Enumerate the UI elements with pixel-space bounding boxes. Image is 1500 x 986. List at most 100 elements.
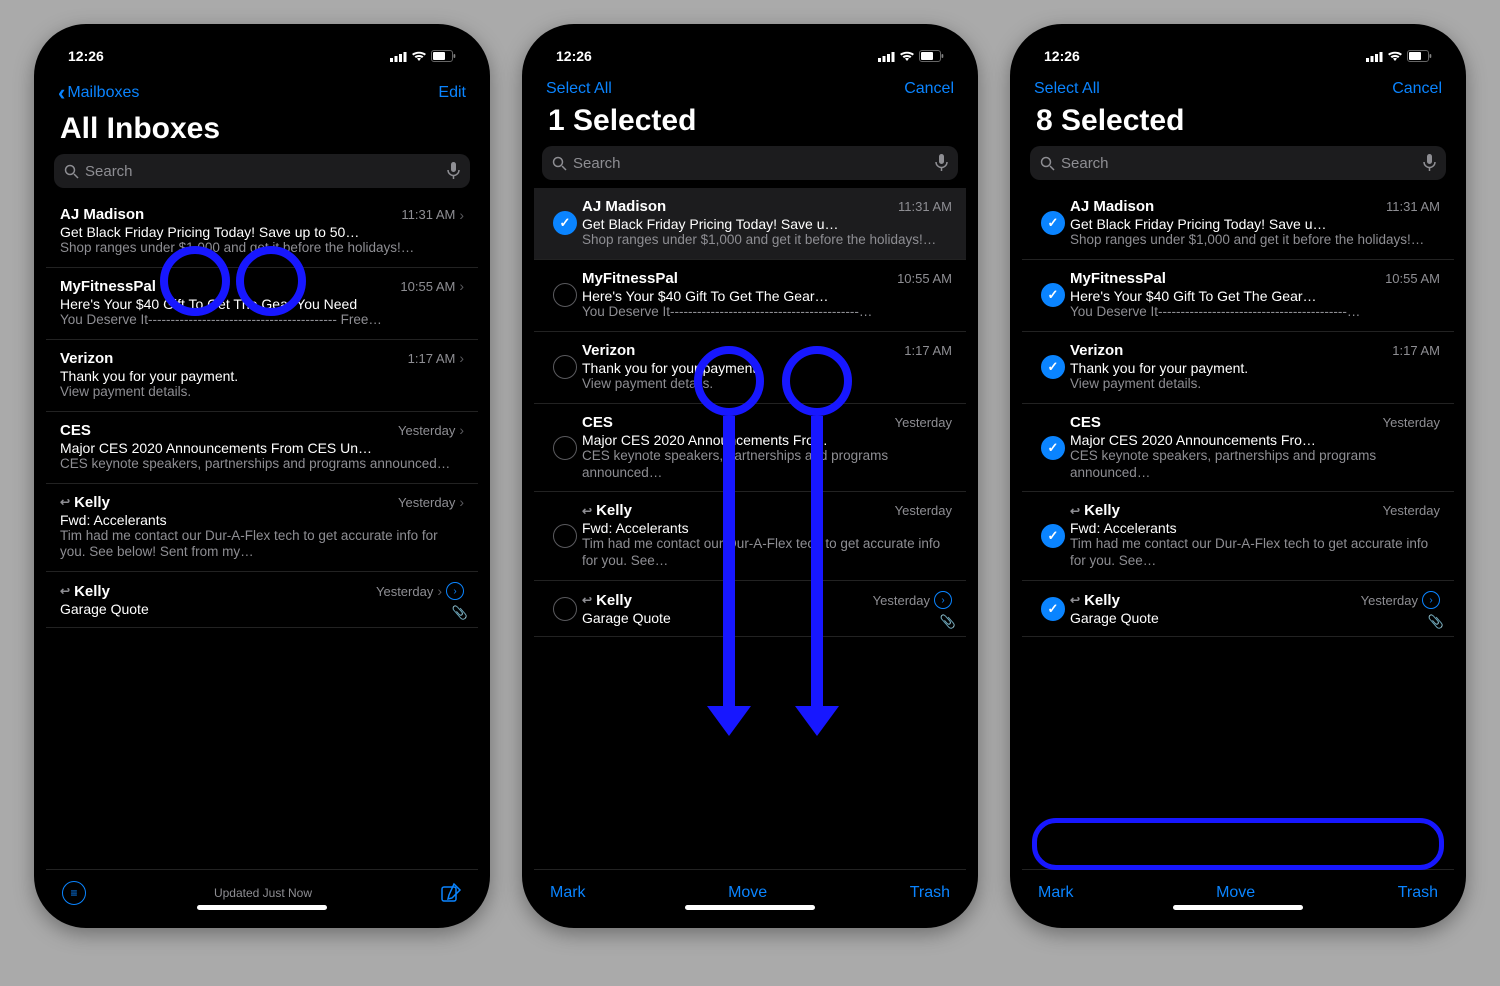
trash-button[interactable]: Trash: [1398, 884, 1438, 902]
email-row[interactable]: AJ Madison 11:31 AM› Get Black Friday Pr…: [46, 196, 478, 268]
select-circle[interactable]: [1041, 283, 1065, 307]
email-time: 1:17 AM: [904, 343, 952, 358]
email-time: 1:17 AM: [1392, 343, 1440, 358]
email-sender: CES: [1070, 414, 1101, 431]
select-circle[interactable]: [1041, 597, 1065, 621]
move-button[interactable]: Move: [728, 884, 767, 902]
home-indicator[interactable]: [197, 905, 327, 910]
email-subject: Get Black Friday Pricing Today! Save u…: [1070, 216, 1440, 232]
search-input[interactable]: Search: [54, 154, 470, 188]
mic-icon[interactable]: [1423, 154, 1436, 172]
trash-button[interactable]: Trash: [910, 884, 950, 902]
email-row[interactable]: ↩Kelly Yesterday Fwd: Accelerants Tim ha…: [534, 492, 966, 581]
email-row[interactable]: CES Yesterday Major CES 2020 Announcemen…: [534, 404, 966, 493]
home-indicator[interactable]: [1173, 905, 1303, 910]
battery-icon: [919, 50, 944, 62]
nav-bar: Select All Cancel: [1022, 76, 1454, 100]
select-circle[interactable]: [1041, 211, 1065, 235]
select-circle[interactable]: [553, 436, 577, 460]
nav-right-button[interactable]: Cancel: [904, 80, 954, 98]
email-list[interactable]: AJ Madison 11:31 AM› Get Black Friday Pr…: [46, 196, 478, 869]
reply-icon: ↩: [60, 495, 70, 509]
email-subject: Here's Your $40 Gift To Get The Gear…: [582, 288, 952, 304]
mark-button[interactable]: Mark: [1038, 884, 1074, 902]
phone-frame: 12:26 ‹Mailboxes Edit All Inboxes Search: [34, 24, 490, 928]
select-circle[interactable]: [553, 355, 577, 379]
email-subject: Thank you for your payment.: [582, 360, 952, 376]
email-time: 10:55 AM: [1385, 271, 1440, 286]
select-circle[interactable]: [553, 283, 577, 307]
email-row[interactable]: Verizon 1:17 AM› Thank you for your paym…: [46, 340, 478, 412]
email-list[interactable]: AJ Madison 11:31 AM Get Black Friday Pri…: [1022, 188, 1454, 869]
notch: [1148, 36, 1328, 62]
email-time: Yesterday: [1383, 415, 1440, 430]
mic-icon[interactable]: [935, 154, 948, 172]
nav-back-button[interactable]: ‹Mailboxes: [58, 80, 139, 106]
select-circle[interactable]: [553, 211, 577, 235]
email-list[interactable]: AJ Madison 11:31 AM Get Black Friday Pri…: [534, 188, 966, 869]
mic-icon[interactable]: [447, 162, 460, 180]
email-row[interactable]: ↩Kelly Yesterday› Garage Quote 📎: [534, 581, 966, 637]
email-row[interactable]: CES Yesterday› Major CES 2020 Announceme…: [46, 412, 478, 484]
reply-icon: ↩: [60, 584, 70, 598]
reply-icon: ↩: [582, 593, 592, 607]
select-circle[interactable]: [553, 524, 577, 548]
battery-icon: [1407, 50, 1432, 62]
email-row[interactable]: ↩Kelly Yesterday› Fwd: Accelerants Tim h…: [46, 484, 478, 573]
email-row[interactable]: MyFitnessPal 10:55 AM› Here's Your $40 G…: [46, 268, 478, 340]
email-row[interactable]: MyFitnessPal 10:55 AM Here's Your $40 Gi…: [1022, 260, 1454, 332]
select-circle[interactable]: [1041, 524, 1065, 548]
home-indicator[interactable]: [685, 905, 815, 910]
search-input[interactable]: Search: [542, 146, 958, 180]
email-time: 10:55 AM: [897, 271, 952, 286]
email-subject: Garage Quote: [582, 610, 952, 626]
email-preview: You Deserve It--------------------------…: [1070, 304, 1440, 321]
email-row[interactable]: ↩Kelly Yesterday› Garage Quote 📎: [1022, 581, 1454, 637]
email-preview: Shop ranges under $1,000 and get it befo…: [1070, 232, 1440, 249]
page-title: All Inboxes: [46, 108, 478, 154]
wifi-icon: [899, 50, 915, 62]
email-preview: Tim had me contact our Dur-A-Flex tech t…: [60, 528, 464, 562]
search-input[interactable]: Search: [1030, 146, 1446, 180]
email-preview: CES keynote speakers, partnerships and p…: [60, 456, 464, 473]
email-row[interactable]: ↩Kelly Yesterday Fwd: Accelerants Tim ha…: [1022, 492, 1454, 581]
nav-back-button[interactable]: Select All: [1034, 80, 1100, 98]
search-icon: [552, 156, 567, 171]
filter-icon[interactable]: ≡: [62, 881, 86, 905]
compose-button[interactable]: [440, 882, 462, 904]
wifi-icon: [1387, 50, 1403, 62]
email-time: 1:17 AM: [408, 351, 456, 366]
attachment-icon: 📎: [452, 605, 468, 621]
email-sender: AJ Madison: [60, 206, 144, 223]
email-row[interactable]: MyFitnessPal 10:55 AM Here's Your $40 Gi…: [534, 260, 966, 332]
email-row[interactable]: AJ Madison 11:31 AM Get Black Friday Pri…: [534, 188, 966, 260]
select-circle[interactable]: [1041, 436, 1065, 460]
email-time: Yesterday: [398, 423, 455, 438]
email-sender: Verizon: [582, 342, 635, 359]
email-preview: View payment details.: [60, 384, 464, 401]
nav-back-button[interactable]: Select All: [546, 80, 612, 98]
select-circle[interactable]: [1041, 355, 1065, 379]
select-circle[interactable]: [553, 597, 577, 621]
email-row[interactable]: CES Yesterday Major CES 2020 Announcemen…: [1022, 404, 1454, 493]
email-sender: Kelly: [1084, 502, 1120, 519]
nav-bar: Select All Cancel: [534, 76, 966, 100]
page-title: 1 Selected: [534, 100, 966, 146]
mark-button[interactable]: Mark: [550, 884, 586, 902]
thread-icon: ›: [934, 591, 952, 609]
email-preview: View payment details.: [1070, 376, 1440, 393]
email-sender: Kelly: [596, 592, 632, 609]
nav-right-button[interactable]: Edit: [438, 84, 466, 102]
email-time: Yesterday: [873, 593, 930, 608]
nav-right-button[interactable]: Cancel: [1392, 80, 1442, 98]
email-preview: CES keynote speakers, partnerships and p…: [1070, 448, 1440, 482]
move-button[interactable]: Move: [1216, 884, 1255, 902]
email-subject: Get Black Friday Pricing Today! Save up …: [60, 224, 464, 240]
search-icon: [64, 164, 79, 179]
wifi-icon: [411, 50, 427, 62]
email-row[interactable]: Verizon 1:17 AM Thank you for your payme…: [534, 332, 966, 404]
email-row[interactable]: AJ Madison 11:31 AM Get Black Friday Pri…: [1022, 188, 1454, 260]
email-row[interactable]: ↩Kelly Yesterday›› Garage Quote 📎: [46, 572, 478, 628]
email-row[interactable]: Verizon 1:17 AM Thank you for your payme…: [1022, 332, 1454, 404]
email-subject: Major CES 2020 Announcements Fro…: [1070, 432, 1440, 448]
